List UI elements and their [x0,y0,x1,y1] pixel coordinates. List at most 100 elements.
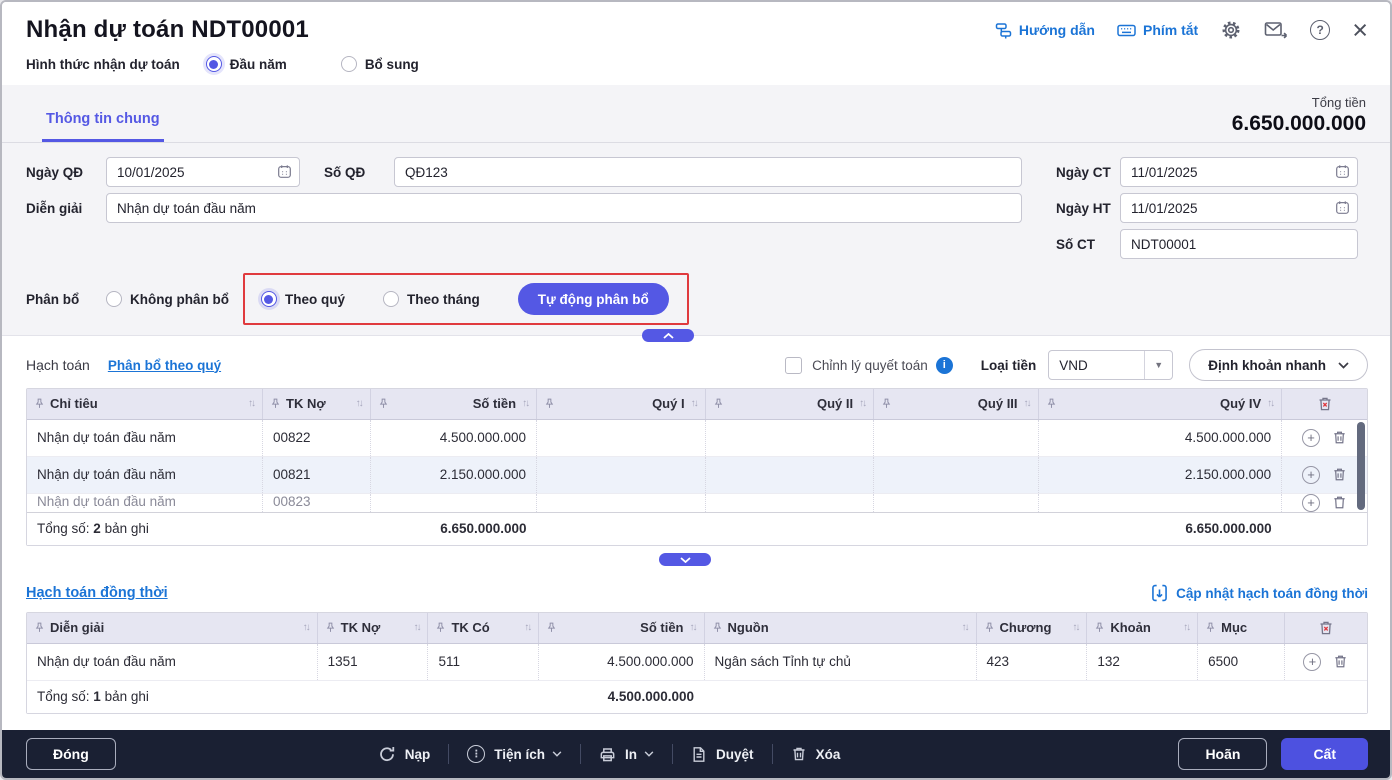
pin-icon[interactable] [1095,622,1104,633]
sort-icon[interactable]: ↑↓ [1183,622,1191,633]
pin-icon[interactable] [326,622,335,633]
add-row-icon[interactable]: + [1303,652,1322,671]
pin-icon[interactable] [714,398,723,409]
ngay-qd-label: Ngày QĐ [26,164,84,180]
printer-icon [599,746,616,763]
so-ct-input[interactable] [1120,229,1358,259]
pin-icon[interactable] [379,398,388,409]
utilities-button[interactable]: ⋮ Tiện ích [467,745,562,763]
pin-icon[interactable] [547,622,556,633]
sort-icon[interactable]: ↑↓ [522,398,530,409]
ngay-qd-input[interactable] [106,157,300,187]
simultaneous-table: Diễn giải ↑↓ TK Nợ ↑↓ TK Có ↑↓ Số tiền ↑↓ Ng… [26,612,1368,714]
delete-button[interactable]: Xóa [791,746,840,762]
accounting-table: Chỉ tiêu ↑↓ TK Nợ ↑↓ Số tiền ↑↓ Quý I ↑↓ Quý… [26,388,1368,546]
shortcut-link[interactable]: Phím tắt [1117,22,1198,38]
radio-circle [260,291,277,307]
sort-icon[interactable]: ↑↓ [303,622,311,633]
close-icon[interactable]: × [1352,17,1368,44]
form-type-label: Hình thức nhận dự toán [26,56,180,72]
refresh-icon [378,745,396,763]
radio-khong-phan-bo[interactable]: Không phân bổ [106,291,229,307]
sort-icon[interactable]: ↑↓ [413,622,421,633]
quick-entry-button[interactable]: Định khoản nhanh [1189,349,1368,381]
radio-bo-sung[interactable]: Bổ sung [340,56,419,72]
chevron-down-icon [552,751,562,757]
pin-icon[interactable] [545,398,554,409]
postpone-button[interactable]: Hoãn [1178,738,1268,770]
collapse-up-button[interactable] [642,329,694,342]
footer-action-bar: Đóng Nạp ⋮ Tiện ích In Duyệt Xóa Hoãn Cấ… [2,730,1390,778]
sort-icon[interactable]: ↑↓ [248,398,256,409]
table-footer-row: Tổng số: 1 bản ghi 4.500.000.000 [27,679,1367,713]
divider [672,744,674,764]
pin-icon[interactable] [1047,398,1056,409]
pin-icon[interactable] [436,622,445,633]
pin-icon[interactable] [985,622,994,633]
guide-link[interactable]: Hướng dẫn [995,22,1095,39]
radio-theo-thang[interactable]: Theo tháng [382,291,480,307]
delete-row-icon[interactable] [1332,430,1347,445]
pin-icon[interactable] [882,398,891,409]
sort-icon[interactable]: ↑↓ [524,622,532,633]
ngay-ht-input[interactable] [1120,193,1358,223]
tab-thong-tin-chung[interactable]: Thông tin chung [42,111,164,142]
expand-down-button[interactable] [659,553,711,566]
table-scrollbar [1357,420,1365,584]
calendar-icon[interactable] [1335,200,1350,218]
table-header-row: Diễn giải ↑↓ TK Nợ ↑↓ TK Có ↑↓ Số tiền ↑↓ Ng… [27,613,1367,644]
chinh-ly-checkbox[interactable] [785,356,803,374]
add-row-icon[interactable]: + [1302,465,1321,484]
print-button[interactable]: In [599,746,654,763]
sort-icon[interactable]: ↑↓ [962,622,970,633]
sort-icon[interactable]: ↑↓ [859,398,867,409]
update-simultaneous-link[interactable]: Cập nhật hạch toán đồng thời [1151,584,1368,602]
radio-dau-nam[interactable]: Đầu năm [205,56,287,72]
sort-icon[interactable]: ↑↓ [690,622,698,633]
delete-all-rows-icon[interactable] [1317,396,1333,412]
delete-row-icon[interactable] [1332,467,1347,482]
auto-allocate-button[interactable]: Tự động phân bổ [517,283,669,315]
phan-bo-label: Phân bổ [26,291,80,307]
sort-icon[interactable]: ↑↓ [691,398,699,409]
pin-icon[interactable] [35,622,44,633]
pin-icon[interactable] [271,398,280,409]
calendar-icon[interactable] [277,164,292,182]
pin-icon[interactable] [713,622,722,633]
delete-row-icon[interactable] [1333,654,1348,669]
gear-icon[interactable] [1220,19,1242,41]
ngay-ct-input[interactable] [1120,157,1358,187]
mail-send-icon[interactable] [1264,20,1288,40]
help-icon[interactable]: ? [1310,20,1331,40]
phan-bo-theo-quy-link[interactable]: Phân bổ theo quý [108,358,221,373]
chevron-up-icon [662,332,674,339]
chevron-down-icon [1338,361,1349,369]
dien-giai-input[interactable] [106,193,1022,223]
delete-all-rows-icon[interactable] [1318,620,1334,636]
hach-toan-dong-thoi-link[interactable]: Hạch toán đồng thời [26,585,168,601]
approve-button[interactable]: Duyệt [691,746,754,763]
add-row-icon[interactable]: + [1302,428,1321,447]
pin-icon[interactable] [1206,622,1215,633]
pin-icon[interactable] [35,398,44,409]
so-ct-label: Số CT [1056,236,1095,252]
sort-icon[interactable]: ↑↓ [1072,622,1080,633]
sort-icon[interactable]: ↑↓ [1267,398,1275,409]
total-quy4: 6.650.000.000 [1038,511,1282,545]
close-button[interactable]: Đóng [26,738,116,770]
scrollbar-thumb[interactable] [1357,422,1365,510]
sort-icon[interactable]: ↑↓ [356,398,364,409]
currency-select[interactable]: VND ▼ [1048,350,1174,380]
radio-circle [382,291,399,307]
dropdown-arrow-icon: ▼ [1144,351,1172,379]
reload-button[interactable]: Nạp [378,745,430,763]
table-row: Nhận dự toán đầu năm 1351 511 4.500.000.… [27,643,1367,681]
signpost-icon [995,22,1012,39]
so-qd-input[interactable] [394,157,1022,187]
info-icon[interactable]: i [935,356,953,374]
save-button[interactable]: Cất [1281,738,1368,770]
sort-icon[interactable]: ↑↓ [1024,398,1032,409]
radio-theo-quy[interactable]: Theo quý [260,291,345,307]
calendar-icon[interactable] [1335,164,1350,182]
divider [580,744,582,764]
